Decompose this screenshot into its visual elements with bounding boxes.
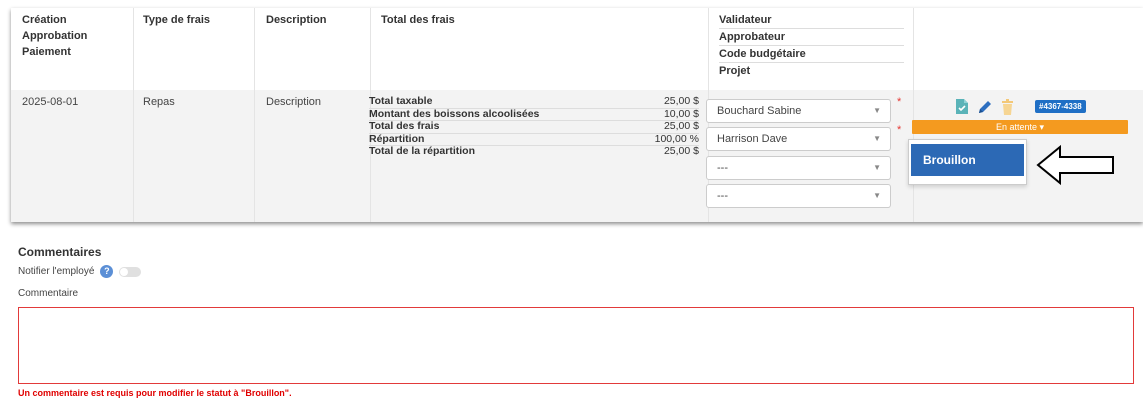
chevron-down-icon: ▼ [873, 191, 881, 200]
totals-row: Total de la répartition 25,00 $ [369, 145, 699, 158]
row-type: Repas [143, 96, 175, 108]
comment-textarea[interactable] [18, 307, 1134, 384]
reference-badge[interactable]: #4367-4338 [1035, 100, 1086, 113]
totals-label: Total des frais [369, 120, 440, 132]
chevron-down-icon: ▼ [873, 106, 881, 115]
header-approbateur: Approbateur [719, 29, 904, 46]
left-arrow-annotation-icon [1036, 143, 1116, 192]
header-description: Description [266, 14, 327, 26]
projet-select[interactable]: --- ▼ [706, 184, 891, 208]
document-check-icon[interactable] [955, 98, 969, 120]
row-date: 2025-08-01 [22, 96, 79, 108]
chevron-down-icon: ▼ [873, 134, 881, 143]
header-validateur: Validateur [719, 12, 904, 29]
totals-label: Répartition [369, 132, 425, 145]
header-approbation: Approbation [22, 30, 88, 42]
totals-label: Montant des boissons alcoolisées [369, 107, 540, 120]
totals-table: Total taxable 25,00 $ Montant des boisson… [369, 95, 699, 158]
totals-value: 25,00 $ [663, 120, 699, 132]
notify-label: Notifier l'employé [18, 266, 95, 277]
select-value: Bouchard Sabine [717, 105, 802, 117]
status-dropdown-button[interactable]: En attente ▾ [912, 120, 1128, 134]
header-code-budgetaire: Code budgétaire [719, 46, 904, 63]
totals-label: Total de la répartition [369, 145, 475, 157]
row-actions [955, 98, 1014, 120]
comment-label: Commentaire [18, 288, 79, 299]
validateur-select[interactable]: Bouchard Sabine ▼ [706, 99, 891, 123]
help-icon[interactable]: ? [100, 265, 114, 278]
trash-icon[interactable] [1001, 98, 1014, 120]
select-value: --- [717, 190, 728, 202]
edit-pencil-icon[interactable] [977, 99, 993, 120]
totals-value: 10,00 $ [663, 107, 699, 120]
comment-error-message: Un commentaire est requis pour modifier … [18, 388, 292, 398]
totals-row: Total des frais 25,00 $ [369, 120, 699, 134]
header-creation: Création [22, 14, 67, 26]
comments-title: Commentaires [18, 245, 102, 259]
column-divider [913, 8, 914, 222]
status-menu: Brouillon [908, 139, 1027, 185]
notify-toggle[interactable] [119, 266, 142, 277]
totals-label: Total taxable [369, 95, 433, 107]
header-assign: Validateur Approbateur Code budgétaire P… [719, 12, 904, 79]
totals-value: 100,00 % [654, 132, 699, 145]
menu-item-brouillon[interactable]: Brouillon [911, 144, 1024, 176]
totals-row: Total taxable 25,00 $ [369, 95, 699, 109]
approbateur-select[interactable]: Harrison Dave ▼ [706, 127, 891, 151]
required-indicator: * [897, 124, 902, 136]
header-dates: Création Approbation Paiement [22, 12, 87, 60]
code-budgetaire-select[interactable]: --- ▼ [706, 156, 891, 180]
header-projet: Projet [719, 65, 751, 77]
required-indicator: * [897, 96, 902, 108]
header-total: Total des frais [381, 14, 455, 26]
select-value: Harrison Dave [717, 133, 788, 145]
chevron-down-icon: ▼ [873, 163, 881, 172]
totals-value: 25,00 $ [663, 145, 699, 157]
select-value: --- [717, 162, 728, 174]
header-type: Type de frais [143, 14, 211, 26]
row-description: Description [266, 96, 322, 108]
notify-employee-row: Notifier l'employé ? [18, 265, 142, 278]
column-divider [133, 8, 134, 222]
header-paiement: Paiement [22, 46, 71, 58]
totals-value: 25,00 $ [663, 95, 699, 107]
column-divider [254, 8, 255, 222]
